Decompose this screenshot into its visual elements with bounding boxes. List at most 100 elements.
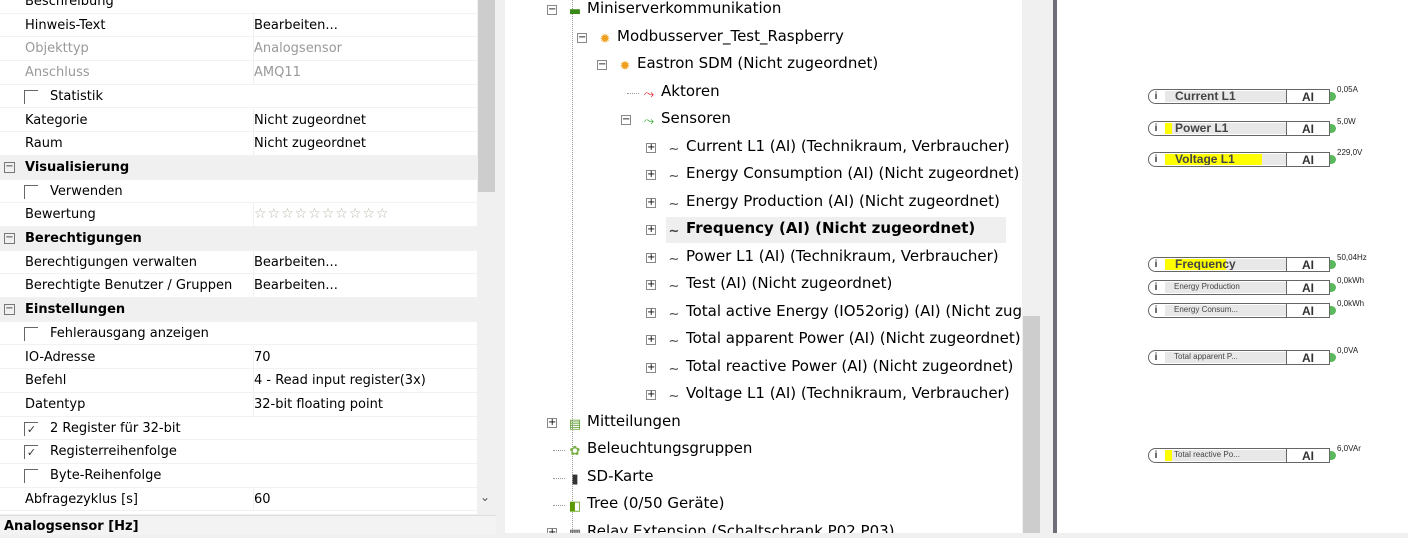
program-canvas[interactable]: i Current L1 AI 0,05A i Power L1 AI 5,0W i Voltag… [1057,0,1408,533]
property-value[interactable]: Bearbeiten... [253,250,338,274]
property-row[interactable]: Raum Nicht zugeordnet [0,132,477,156]
collapse-icon[interactable]: − [621,115,631,125]
tree-item[interactable]: ▮ SD-Karte [567,465,653,491]
property-row[interactable]: ✓ 2 Register für 32-bit [0,417,477,441]
collapse-icon[interactable]: − [4,233,15,244]
property-row[interactable]: ✓ Registerreihenfolge [0,440,477,464]
property-value[interactable]: Nicht zugeordnet [253,132,366,156]
output-port[interactable] [1330,92,1336,101]
property-value[interactable]: Nicht zugeordnet [253,108,366,132]
property-grid-scrollbar[interactable]: ⌄ [477,0,496,514]
tree-item[interactable]: ∼ Test (AI) (Nicht zugeordnet) [666,272,893,298]
rating-stars[interactable]: ☆☆☆☆☆☆☆☆☆☆ [253,203,390,227]
property-row[interactable]: IO-Adresse 70 [0,345,477,370]
output-port[interactable] [1330,124,1336,133]
analog-input-block[interactable]: i Power L1 AI 5,0W [1148,117,1356,136]
tree-item[interactable]: ✹ Modbusserver_Test_Raspberry [597,25,844,51]
property-row[interactable]: Datentyp 32-bit floating point [0,392,477,417]
property-row[interactable]: Beschreibung [0,0,477,14]
expand-icon[interactable]: + [646,362,656,373]
property-value[interactable]: Bearbeiten... [253,274,338,298]
expand-icon[interactable]: + [646,225,656,235]
analog-input-block[interactable]: i Frequency AI 50,04Hz [1148,253,1367,272]
info-icon[interactable]: i [1151,305,1161,316]
output-port[interactable] [1330,155,1336,164]
tree-item[interactable]: ∼ Total reactive Power (AI) (Nicht zugeor… [666,355,1014,381]
property-value[interactable]: Bearbeiten... [253,13,338,37]
tree-item[interactable]: ∼ Power L1 (AI) (Technikraum, Verbraucher… [666,245,999,271]
expand-icon[interactable]: + [646,390,656,400]
tree-item[interactable]: ⤳ Aktoren [641,80,720,106]
tree-item[interactable]: ∼ Total active Energy (IO52orig) (AI) (Ni… [666,300,1022,326]
expand-icon[interactable]: + [547,417,557,428]
checkbox[interactable] [24,469,38,483]
expand-icon[interactable]: + [646,252,656,263]
property-row[interactable]: Bewertung ☆☆☆☆☆☆☆☆☆☆ [0,203,477,227]
info-icon[interactable]: i [1151,352,1161,363]
tree-item[interactable]: ▤ Mitteilungen [567,410,681,436]
checkbox[interactable]: ✓ [24,445,38,460]
property-row[interactable]: Befehl 4 - Read input register(3x) [0,369,477,393]
property-row[interactable]: Hinweis-Text Bearbeiten... [0,13,477,38]
tree-item[interactable]: ✿ Beleuchtungsgruppen [567,437,753,463]
collapse-icon[interactable]: − [577,32,587,43]
scroll-down-icon[interactable]: ⌄ [480,490,490,504]
tree-item[interactable]: ∼ Voltage L1 (AI) (Technikraum, Verbrauch… [666,382,1010,408]
analog-input-block[interactable]: i Voltage L1 AI 229,0V [1148,148,1362,167]
output-port[interactable] [1330,283,1336,292]
property-row[interactable]: Verwenden [0,180,477,204]
tree-item[interactable]: ▦ Relay Extension (Schaltschrank P02 P03) [567,520,895,534]
info-icon[interactable]: i [1151,259,1161,270]
tree-item[interactable]: ▬ Miniserverkommunikation [567,0,782,23]
expand-icon[interactable]: + [646,142,656,153]
analog-input-block[interactable]: i Energy Production AI 0,0kWh [1148,276,1364,295]
tree-item[interactable]: ⤳ Sensoren [641,107,731,133]
expand-icon[interactable]: + [646,197,656,208]
property-value[interactable]: 70 [253,345,271,369]
tree-item[interactable]: ✹ Eastron SDM (Nicht zugeordnet) [617,52,879,78]
tree-item[interactable]: ∼ Energy Production (AI) (Nicht zugeordne… [666,190,1000,216]
checkbox[interactable] [24,326,38,341]
output-port[interactable] [1330,306,1336,315]
property-row[interactable]: Berechtigte Benutzer / Gruppen Bearbeiten… [0,274,477,299]
scrollbar-thumb[interactable] [478,0,495,192]
property-row[interactable]: Statistik [0,85,477,109]
analog-input-block[interactable]: i Total reactive Po... AI 6,0VAr [1148,444,1361,463]
checkbox[interactable]: ✓ [24,421,38,436]
expand-icon[interactable]: + [646,335,656,345]
collapse-icon[interactable]: − [4,304,15,316]
info-icon[interactable]: i [1151,123,1161,134]
analog-input-block[interactable]: i Current L1 AI 0,05A [1148,85,1358,104]
info-icon[interactable]: i [1151,450,1161,461]
tree-item[interactable]: ∼ Total apparent Power (AI) (Nicht zugeor… [666,327,1021,353]
tree-item[interactable]: ◧ Tree (0/50 Geräte) [567,492,725,518]
property-row[interactable]: Byte-Reihenfolge [0,464,477,488]
info-icon[interactable]: i [1151,91,1161,102]
output-port[interactable] [1330,353,1336,362]
analog-input-block[interactable]: i Total apparent P... AI 0,0VA [1148,346,1358,365]
expand-icon[interactable]: + [646,280,656,290]
info-icon[interactable]: i [1151,154,1161,165]
tree-item[interactable]: ∼ Current L1 (AI) (Technikraum, Verbrauch… [666,135,1010,161]
scrollbar-thumb[interactable] [1023,316,1040,533]
property-value[interactable]: 60 [253,487,271,511]
analog-input-block[interactable]: i Energy Consum... AI 0,0kWh [1148,299,1364,318]
expand-icon[interactable]: + [547,527,557,533]
output-port[interactable] [1330,260,1336,269]
property-row[interactable]: Berechtigungen verwalten Bearbeiten... [0,250,477,275]
collapse-icon[interactable]: − [597,60,607,70]
output-port[interactable] [1330,451,1336,460]
info-icon[interactable]: i [1151,282,1161,293]
checkbox[interactable] [24,184,38,199]
tree-scrollbar[interactable] [1022,0,1041,533]
collapse-icon[interactable]: − [4,161,15,173]
tree-item[interactable]: ∼ Frequency (AI) (Nicht zugeordnet) [666,217,1006,243]
collapse-icon[interactable]: − [547,5,557,15]
property-row[interactable]: Fehlerausgang anzeigen [0,322,477,346]
property-value[interactable]: 4 - Read input register(3x) [253,369,426,393]
checkbox[interactable] [24,89,38,104]
expand-icon[interactable]: + [646,170,656,180]
property-value[interactable]: 32-bit floating point [253,392,383,416]
tree-item[interactable]: ∼ Energy Consumption (AI) (Nicht zugeordn… [666,162,1020,188]
property-row[interactable]: Abfragezyklus [s] 60 [0,487,477,512]
